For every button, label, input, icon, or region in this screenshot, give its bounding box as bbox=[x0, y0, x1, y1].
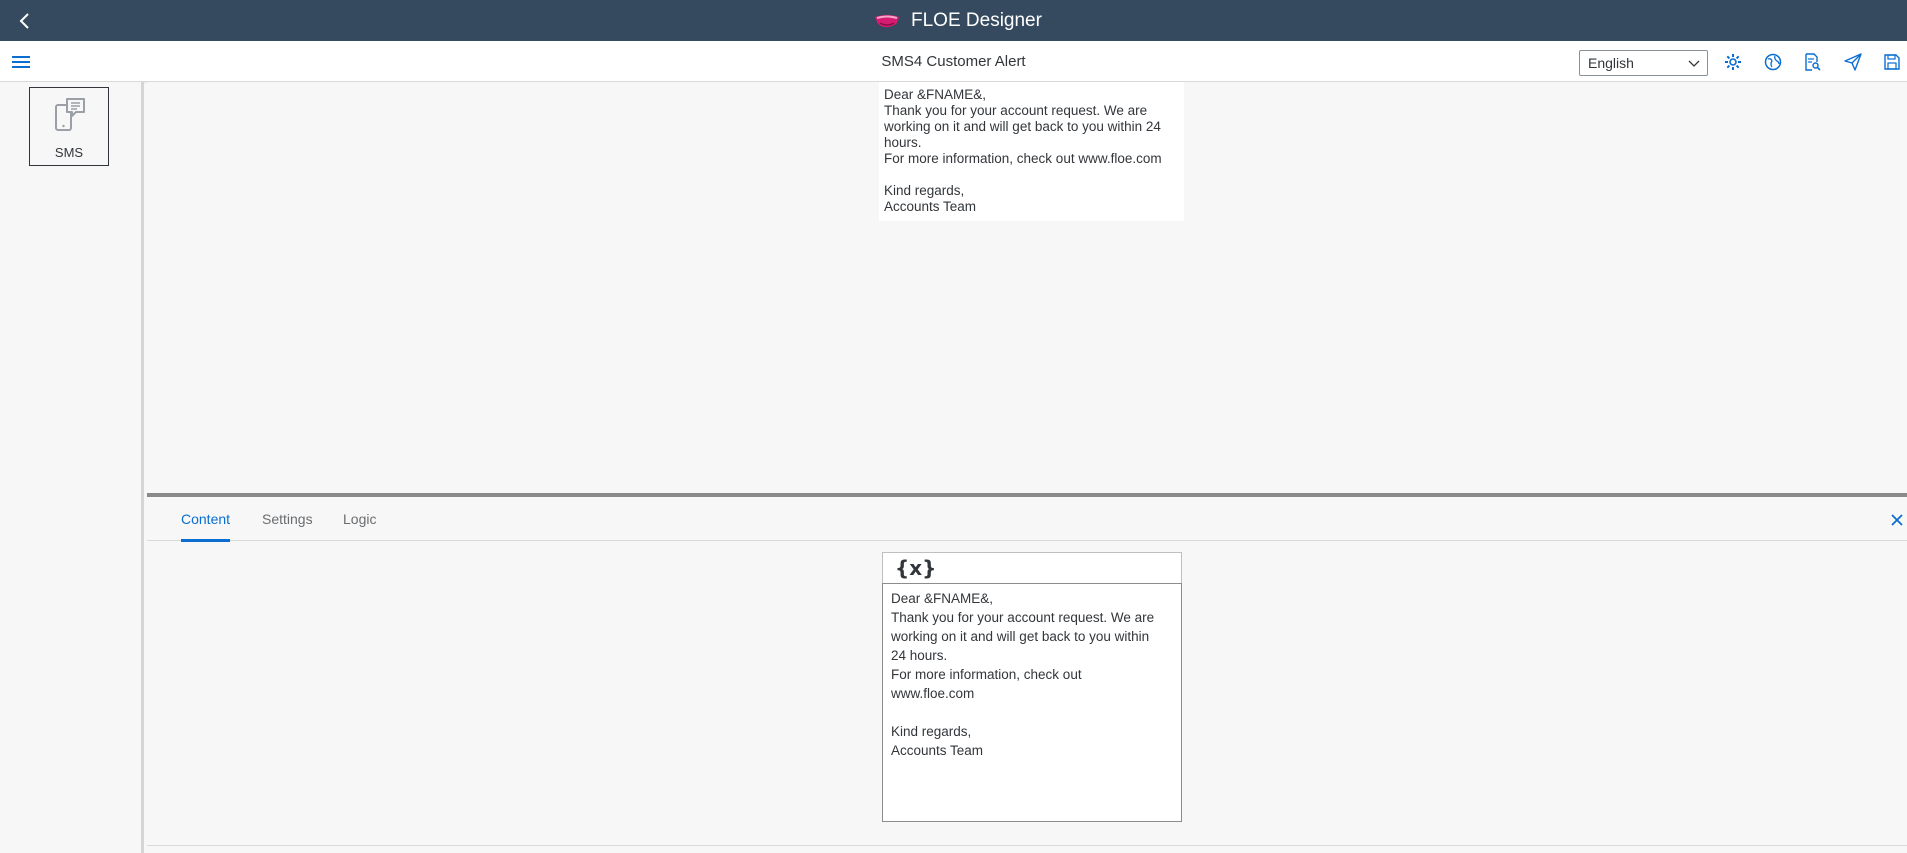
back-button[interactable] bbox=[12, 8, 38, 34]
preview-button[interactable] bbox=[1801, 51, 1823, 73]
document-search-icon bbox=[1805, 53, 1821, 71]
preview-line: Accounts Team bbox=[884, 199, 977, 214]
editor-line: Kind regards, bbox=[891, 724, 972, 739]
chevron-left-icon bbox=[19, 13, 29, 29]
send-icon bbox=[1844, 53, 1862, 71]
language-globe-button[interactable] bbox=[1762, 51, 1784, 73]
editor-line: Dear &FNAME&, bbox=[891, 591, 994, 606]
design-canvas: Dear &FNAME&, Thank you for your account… bbox=[147, 82, 1907, 493]
hamburger-menu-icon bbox=[12, 56, 30, 68]
settings-button[interactable] bbox=[1722, 51, 1744, 73]
properties-panel: Content Settings Logic {x} Dear &FNAME&,… bbox=[147, 497, 1907, 853]
preview-line: Thank you for your account request. We a… bbox=[884, 103, 1148, 118]
preview-line: hours. bbox=[884, 135, 922, 150]
preview-line: Dear &FNAME&, bbox=[884, 87, 987, 102]
editor-line: Thank you for your account request. We a… bbox=[891, 610, 1155, 625]
editor-line: For more information, check out bbox=[891, 667, 1082, 682]
sms-phone-icon bbox=[55, 98, 85, 131]
app-title: FLOE Designer bbox=[911, 9, 1042, 31]
preview-line: working on it and will get back to you w… bbox=[884, 119, 1161, 134]
sms-text-editor[interactable]: Dear &FNAME&, Thank you for your account… bbox=[882, 583, 1182, 822]
component-palette: SMS bbox=[0, 82, 144, 853]
language-select[interactable]: English bbox=[1579, 50, 1708, 76]
floe-logo-icon bbox=[875, 14, 899, 27]
send-button[interactable] bbox=[1842, 51, 1864, 73]
insert-variable-button[interactable]: {x} bbox=[895, 556, 936, 580]
editor-toolbar: {x} bbox=[882, 552, 1182, 584]
app-brand: FLOE Designer bbox=[873, 0, 1042, 41]
editor-line: 24 hours. bbox=[891, 648, 948, 663]
chevron-down-icon bbox=[1688, 60, 1700, 67]
panel-tab-bar: Content Settings Logic bbox=[147, 497, 1907, 542]
tab-logic[interactable]: Logic bbox=[343, 497, 376, 541]
editor-line: working on it and will get back to you w… bbox=[891, 629, 1150, 644]
editor-line: Accounts Team bbox=[891, 743, 984, 758]
settings-cog-icon bbox=[1725, 54, 1741, 70]
panel-divider bbox=[147, 845, 1907, 846]
tab-content[interactable]: Content bbox=[181, 497, 231, 542]
page-header: SMS4 Customer Alert English bbox=[0, 41, 1907, 82]
preview-line: Kind regards, bbox=[884, 183, 965, 198]
save-icon bbox=[1884, 54, 1900, 70]
save-button[interactable] bbox=[1881, 51, 1903, 73]
preview-line: For more information, check out www.floe… bbox=[884, 151, 1162, 166]
shell-bar: FLOE Designer bbox=[0, 0, 1907, 41]
editor-line: www.floe.com bbox=[891, 686, 975, 701]
sms-preview-card[interactable]: Dear &FNAME&, Thank you for your account… bbox=[879, 82, 1184, 221]
language-select-value: English bbox=[1588, 55, 1634, 71]
hamburger-menu-button[interactable] bbox=[10, 51, 32, 73]
close-icon bbox=[1891, 514, 1903, 526]
palette-item-sms[interactable]: SMS bbox=[29, 87, 109, 166]
globe-icon bbox=[1764, 53, 1782, 71]
preview-line bbox=[884, 167, 1179, 183]
tab-settings[interactable]: Settings bbox=[262, 497, 313, 541]
palette-item-label: SMS bbox=[54, 145, 84, 160]
close-panel-button[interactable] bbox=[1890, 513, 1904, 527]
